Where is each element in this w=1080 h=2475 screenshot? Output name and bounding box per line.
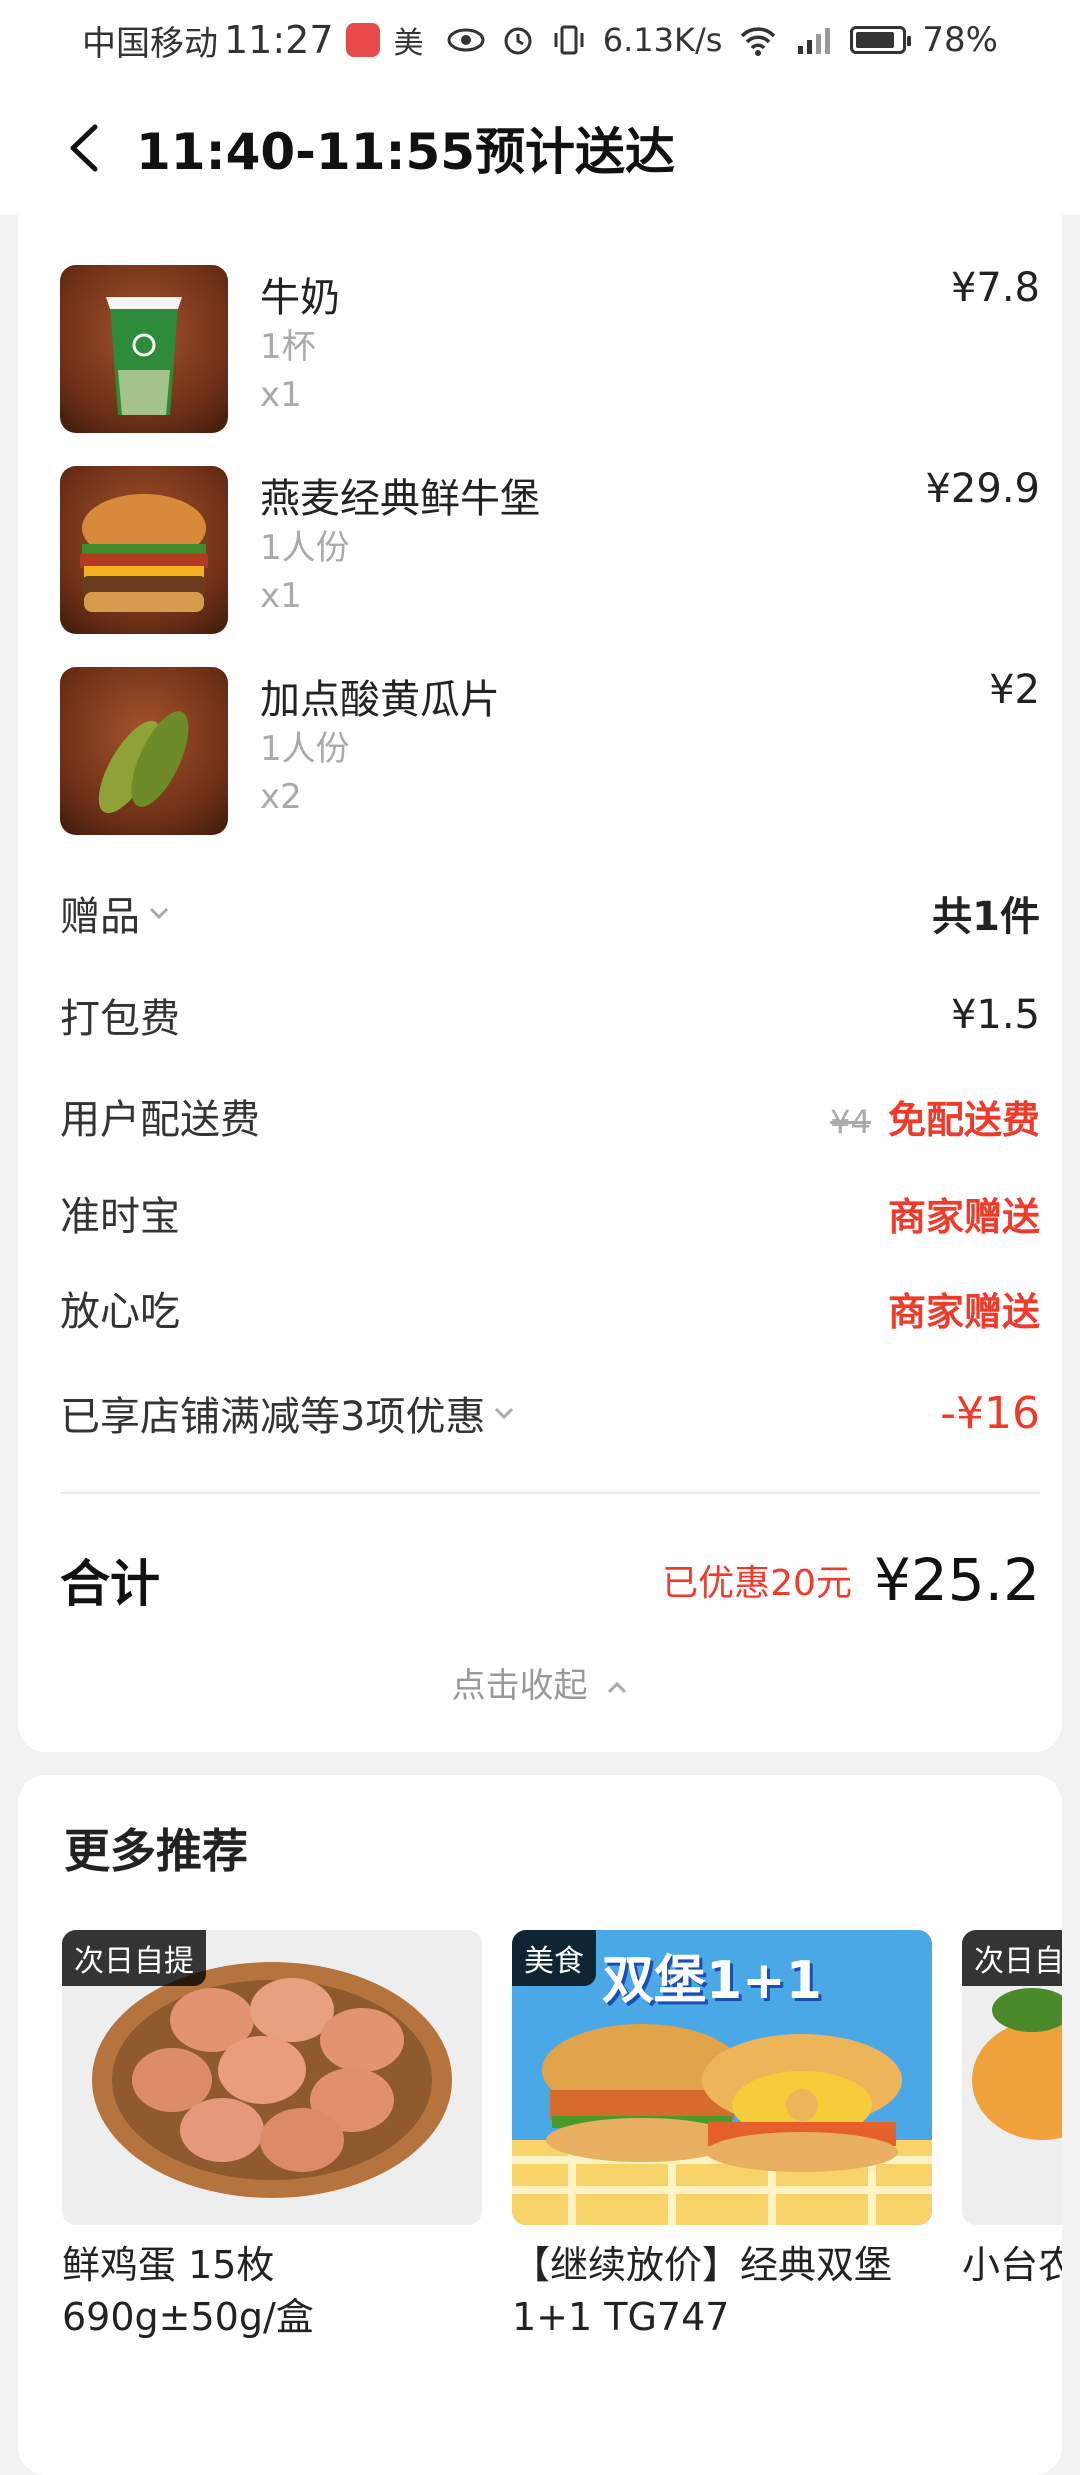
item-spec: 1人份 (260, 528, 350, 568)
product-tag: 次日自提 (62, 1930, 206, 1986)
packing-fee-value: ¥1.5 (950, 992, 1040, 1038)
delivery-fee-row: 用户配送费 ¥4 免配送费 (60, 1086, 1040, 1146)
delivery-fee-label: 用户配送费 (60, 1097, 260, 1143)
back-button[interactable] (58, 118, 108, 178)
battery-icon (850, 26, 912, 54)
item-name: 燕麦经典鲜牛堡 (260, 476, 540, 522)
ontime-value: 商家赠送 (887, 1194, 1040, 1239)
eye-icon (447, 28, 485, 52)
divider (60, 1492, 1040, 1494)
alarm-icon (504, 27, 532, 55)
product-image: 美食 双堡1+1 (512, 1930, 932, 2225)
gift-row[interactable]: 赠品 共1件 (60, 883, 1040, 943)
chevron-down-icon (495, 1407, 514, 1420)
item-price: ¥7.8 (950, 265, 1040, 311)
item-spec: 1人份 (260, 729, 350, 769)
carrier-label: 中国移动 (82, 23, 218, 64)
safe-eat-row: 放心吃 商家赠送 (60, 1278, 1040, 1338)
order-item[interactable]: 牛奶 1杯 x1 ¥7.8 (60, 265, 1040, 435)
page-title: 11:40-11:55预计送达 (136, 122, 676, 181)
discount-label: 已享店铺满减等3项优惠 (60, 1394, 486, 1440)
status-bar: 中国移动 11:27 美 6.13K/s 78% (0, 0, 1080, 80)
battery-percent: 78% (922, 20, 998, 60)
safe-eat-label: 放心吃 (60, 1289, 180, 1335)
discount-row[interactable]: 已享店铺满减等3项优惠 -¥16 (60, 1383, 1040, 1443)
product-image: 次日自提 (62, 1930, 482, 2225)
item-quantity: x1 (260, 576, 302, 616)
product-tag: 次日自 (962, 1930, 1062, 1986)
wifi-icon (741, 27, 776, 56)
chevron-down-icon (149, 907, 169, 920)
delivery-fee-value: 免配送费 (887, 1097, 1040, 1142)
gift-value: 共1件 (932, 894, 1040, 940)
recommendations-card: 更多推荐 次日自提 鲜鸡蛋 15枚 690g±50g/盒 美食 双堡1+1 【继… (18, 1775, 1062, 2475)
chevron-up-icon (608, 1681, 627, 1693)
safe-eat-value: 商家赠送 (887, 1289, 1040, 1334)
ontime-label: 准时宝 (60, 1194, 180, 1240)
total-label: 合计 (60, 1555, 160, 1613)
item-image (60, 466, 228, 634)
order-detail-card: 牛奶 1杯 x1 ¥7.8 燕麦经典鲜牛堡 1人份 x1 ¥29.9 加点酸黄瓜… (18, 200, 1062, 1752)
status-time: 11:27 (224, 18, 334, 62)
order-item[interactable]: 加点酸黄瓜片 1人份 x2 ¥2 (60, 667, 1040, 837)
item-name: 牛奶 (260, 275, 340, 321)
recommend-product[interactable]: 次日自提 鲜鸡蛋 15枚 690g±50g/盒 (62, 1930, 482, 2343)
recommend-product[interactable]: 美食 双堡1+1 【继续放价】经典双堡 1+1 TG747 (512, 1930, 932, 2343)
item-quantity: x1 (260, 375, 302, 415)
order-item[interactable]: 燕麦经典鲜牛堡 1人份 x1 ¥29.9 (60, 466, 1040, 636)
delivery-original-price: ¥4 (830, 1102, 871, 1141)
collapse-label: 点击收起 (451, 1666, 588, 1706)
gift-label: 赠品 (60, 894, 140, 940)
item-image (60, 667, 228, 835)
item-name: 加点酸黄瓜片 (260, 677, 500, 723)
product-name: 鲜鸡蛋 15枚 690g±50g/盒 (62, 2243, 314, 2339)
collapse-button[interactable]: 点击收起 (18, 1658, 1062, 1707)
saved-amount: 已优惠20元 (662, 1563, 852, 1604)
product-name: 小台农 起) 45 (962, 2243, 1062, 2287)
item-spec: 1杯 (260, 327, 316, 367)
ontime-row: 准时宝 商家赠送 (60, 1183, 1040, 1243)
recommend-product[interactable]: 次日自 小台农 起) 45 (962, 1930, 1062, 2291)
item-price: ¥2 (989, 667, 1040, 713)
product-image: 次日自 (962, 1930, 1062, 2225)
huawei-app-icon (345, 23, 380, 57)
meituan-notification-icon: 美 (393, 26, 424, 61)
item-quantity: x2 (260, 777, 302, 817)
discount-value: -¥16 (940, 1387, 1040, 1439)
item-price: ¥29.9 (925, 466, 1040, 512)
packing-fee-label: 打包费 (60, 996, 180, 1042)
page-header: 11:40-11:55预计送达 (0, 80, 1080, 215)
net-speed: 6.13K/s (602, 21, 723, 59)
promo-banner: 双堡1+1 (602, 1951, 822, 2011)
total-amount: ¥25.2 (873, 1546, 1040, 1614)
recommend-title: 更多推荐 (64, 1824, 248, 1878)
back-arrow-icon (70, 124, 98, 171)
vibrate-icon (554, 25, 584, 55)
total-row: 合计 已优惠20元 ¥25.2 (60, 1540, 1040, 1620)
packing-fee-row: 打包费 ¥1.5 (60, 985, 1040, 1045)
item-image (60, 265, 228, 433)
signal-icon (798, 28, 831, 54)
product-tag: 美食 (512, 1930, 596, 1986)
product-name: 【继续放价】经典双堡 1+1 TG747 (512, 2243, 893, 2339)
